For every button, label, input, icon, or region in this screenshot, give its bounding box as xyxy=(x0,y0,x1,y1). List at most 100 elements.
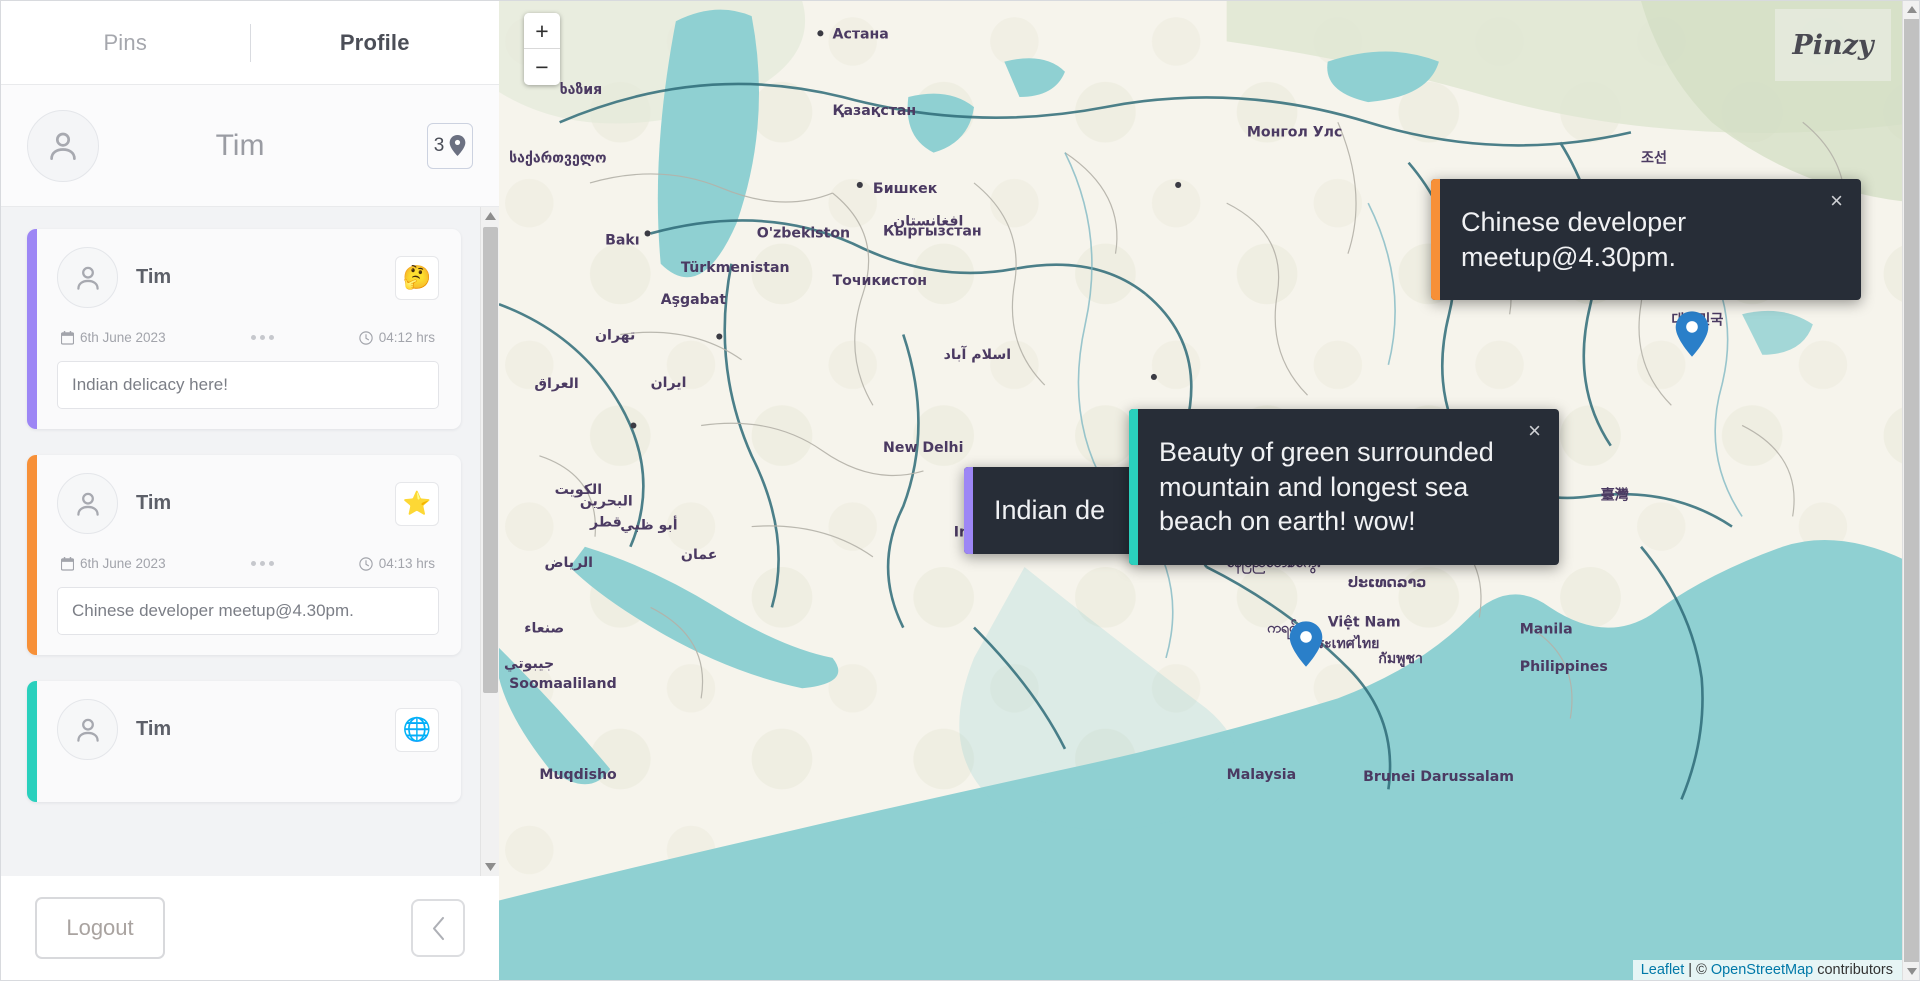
pin-list-inner: Tim 🤔 6th June 2023 04:12 hrs Indian del… xyxy=(1,207,479,836)
svg-text:Brunei Darussalam: Brunei Darussalam xyxy=(1363,769,1514,785)
avatar xyxy=(57,699,118,760)
svg-text:Türkmenistan: Türkmenistan xyxy=(681,260,790,276)
tab-profile[interactable]: Profile xyxy=(251,1,500,85)
leaflet-link[interactable]: Leaflet xyxy=(1641,962,1685,978)
popup-text: Beauty of green surrounded mountain and … xyxy=(1159,437,1494,537)
user-icon xyxy=(50,132,76,160)
more-options-icon[interactable] xyxy=(250,335,274,340)
svg-text:اسلام آباد: اسلام آباد xyxy=(944,345,1011,363)
svg-text:جيبوتي: جيبوتي xyxy=(504,656,554,672)
card-username: Tim xyxy=(136,266,172,288)
attribution-separator: | xyxy=(1688,962,1693,978)
collapse-sidebar-button[interactable] xyxy=(411,899,465,957)
avatar xyxy=(27,109,99,182)
map-attribution: Leaflet | © OpenStreetMap contributors xyxy=(1632,960,1919,980)
svg-text:Точикистон: Точикистон xyxy=(833,273,927,289)
list-item[interactable]: Tim 🌐 xyxy=(27,681,461,802)
svg-text:ປະເທດລາວ: ປະເທດລາວ xyxy=(1348,575,1426,591)
svg-text:ايران: ايران xyxy=(651,375,687,391)
thinking-face-emoji[interactable]: 🤔 xyxy=(395,255,439,300)
avatar xyxy=(57,247,118,308)
svg-text:臺灣: 臺灣 xyxy=(1601,486,1629,503)
card-header: Tim 🤔 xyxy=(57,247,439,308)
svg-text:قطر: قطر xyxy=(589,515,622,531)
user-icon xyxy=(76,492,99,516)
pin-count-value: 3 xyxy=(433,134,445,156)
card-note[interactable]: Indian delicacy here! xyxy=(57,361,439,409)
map-view[interactable]: Астана Қазақстан Бишкек Кыргызстан O'zbe… xyxy=(499,1,1919,980)
list-item[interactable]: Tim 🤔 6th June 2023 04:12 hrs Indian del… xyxy=(27,229,461,429)
svg-text:กัมพูชา: กัมพูชา xyxy=(1378,651,1423,667)
map-pin-icon xyxy=(1289,621,1323,667)
card-time: 04:12 hrs xyxy=(359,330,435,345)
page-scrollbar-thumb[interactable] xyxy=(1904,19,1919,962)
tab-pins[interactable]: Pins xyxy=(1,1,250,85)
svg-text:Қазақстан: Қазақстан xyxy=(833,103,917,119)
sidebar-footer: Logout xyxy=(1,876,499,980)
card-username: Tim xyxy=(136,492,172,514)
logout-button[interactable]: Logout xyxy=(35,897,165,959)
svg-text:البحرين: البحرين xyxy=(580,493,633,509)
popup-accent-bar xyxy=(1431,179,1440,301)
card-time-text: 04:13 hrs xyxy=(378,556,435,571)
sidebar: Pins Profile Tim 3 Tim 🤔 6th June 2023 0… xyxy=(1,1,499,980)
svg-text:Монгол Улс: Монгол Улс xyxy=(1247,124,1342,140)
close-icon[interactable]: × xyxy=(1524,418,1545,444)
page-scroll-up-icon[interactable] xyxy=(1903,1,1919,18)
card-accent-bar xyxy=(27,229,37,429)
pin-count-badge[interactable]: 3 xyxy=(427,122,473,169)
list-item[interactable]: Tim ⭐ 6th June 2023 04:13 hrs Chinese de… xyxy=(27,455,461,655)
svg-text:Philippines: Philippines xyxy=(1520,659,1608,675)
card-meta-spacer xyxy=(166,335,359,340)
card-header: Tim 🌐 xyxy=(57,699,439,760)
card-time-text: 04:12 hrs xyxy=(378,330,435,345)
map-popup-beach[interactable]: × Beauty of green surrounded mountain an… xyxy=(1129,409,1559,565)
clock-icon xyxy=(359,556,373,571)
zoom-in-button[interactable]: + xyxy=(524,13,560,49)
svg-text:O'zbekiston: O'zbekiston xyxy=(757,225,850,241)
openstreetmap-link[interactable]: OpenStreetMap xyxy=(1711,962,1813,978)
avatar xyxy=(57,473,118,534)
svg-text:New Delhi: New Delhi xyxy=(883,440,963,456)
svg-text:Manila: Manila xyxy=(1520,622,1573,638)
zoom-out-button[interactable]: − xyxy=(524,49,560,85)
user-icon xyxy=(76,266,99,290)
page-scroll-down-icon[interactable] xyxy=(1903,963,1919,980)
star-emoji[interactable]: ⭐ xyxy=(395,481,439,526)
popup-text: Chinese developer meetup@4.30pm. xyxy=(1461,207,1687,272)
copyright-symbol: © xyxy=(1696,962,1707,978)
card-username: Tim xyxy=(136,718,172,740)
map-zoom-controls[interactable]: + − xyxy=(524,13,560,85)
chevron-left-icon xyxy=(432,916,444,940)
sidebar-scrollbar[interactable] xyxy=(480,207,499,876)
map-popup-china[interactable]: × Chinese developer meetup@4.30pm. xyxy=(1431,179,1861,301)
map-marker-china[interactable] xyxy=(1675,311,1709,357)
scrollbar-thumb[interactable] xyxy=(483,227,498,693)
card-note[interactable]: Chinese developer meetup@4.30pm. xyxy=(57,587,439,635)
attribution-suffix: contributors xyxy=(1817,962,1893,978)
close-icon[interactable]: × xyxy=(1826,188,1847,214)
svg-text:أبو ظبي: أبو ظبي xyxy=(620,516,677,534)
globe-emoji[interactable]: 🌐 xyxy=(395,707,439,752)
popup-accent-bar xyxy=(1129,409,1138,565)
svg-text:Muqdisho: Muqdisho xyxy=(539,767,617,783)
more-options-icon[interactable] xyxy=(250,561,274,566)
triangle-up-icon xyxy=(485,212,496,220)
svg-text:Malaysia: Malaysia xyxy=(1227,767,1297,783)
svg-text:조선: 조선 xyxy=(1641,151,1667,167)
page-scrollbar[interactable] xyxy=(1902,1,1919,980)
scroll-down-icon[interactable] xyxy=(481,858,499,876)
map-marker-india[interactable] xyxy=(1289,621,1323,667)
svg-text:عمان: عمان xyxy=(681,547,717,563)
scroll-up-icon[interactable] xyxy=(481,207,499,225)
triangle-down-icon xyxy=(1906,968,1917,975)
svg-text:საქართველო: საქართველო xyxy=(509,151,606,167)
card-date: 6th June 2023 xyxy=(61,556,166,571)
svg-text:Bakı: Bakı xyxy=(605,233,640,249)
popup-tip xyxy=(1334,563,1360,565)
svg-text:Бишкек: Бишкек xyxy=(873,181,938,197)
svg-text:صنعاء: صنعاء xyxy=(524,621,564,637)
card-date-text: 6th June 2023 xyxy=(80,556,166,571)
popup-tip xyxy=(1669,299,1695,301)
calendar-icon xyxy=(61,556,74,571)
